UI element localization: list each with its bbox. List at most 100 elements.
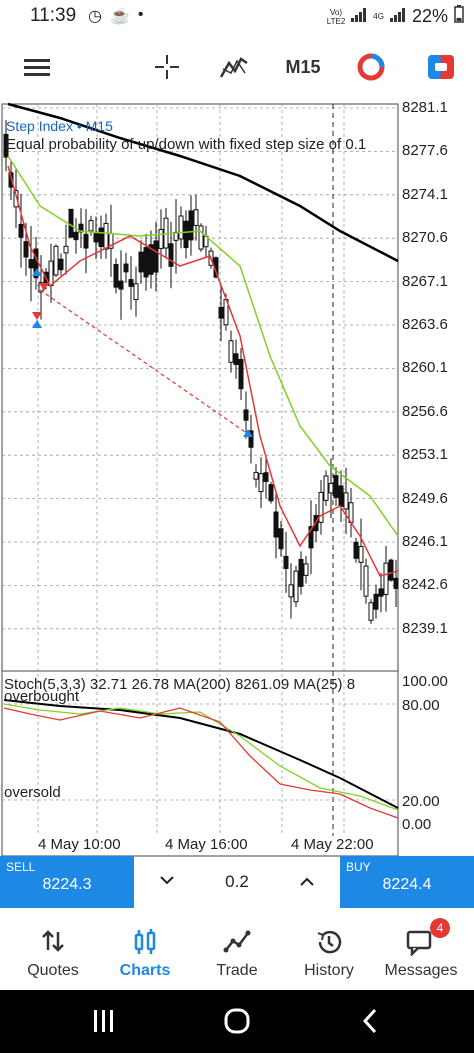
candle-body [363,565,369,597]
candle-body [123,263,129,273]
volume-control: 0.2 [134,856,340,908]
chart-type-icon[interactable] [354,50,388,84]
candle-body [233,353,239,365]
candle-body [153,240,159,273]
candle-body [48,260,54,287]
candle-body [293,570,299,603]
timer-icon: ◷ [88,8,102,25]
candle-body [288,584,294,598]
candle-body [383,562,389,596]
buy-caption: BUY [346,860,371,874]
time-label-3: 4 May 22:00 [291,836,374,853]
buy-price: 8224.4 [382,876,432,893]
candle-body [138,251,144,273]
ma-25-line [7,155,399,537]
buy-arrow-icon [32,320,42,328]
indicators-icon[interactable] [216,50,252,84]
new-order-icon[interactable] [424,50,458,84]
candle-body [353,541,359,559]
chart-frame [1,103,399,857]
volume-value[interactable]: 0.2 [225,872,249,892]
candle-body [303,563,309,576]
stoch-tick-100: 100.00 [402,673,448,690]
candle-body [258,473,264,493]
trade-icon [190,928,284,958]
candle-body [103,222,109,250]
menu-icon[interactable] [20,50,54,84]
bottom-navigation: Quotes Charts Trade History 4 Messages [0,912,474,990]
candle-body [273,511,279,538]
candle-body [268,484,274,502]
volume-increase-icon[interactable] [299,872,315,892]
price-chart[interactable] [0,96,474,860]
network-type: Vo) LTE2 [326,7,346,26]
candle-body [113,264,119,288]
timeframe-label: M15 [285,56,321,77]
signal-label: 4G [373,12,384,21]
nav-messages[interactable]: 4 Messages [374,912,468,990]
sell-button[interactable]: SELL 8224.3 [0,856,134,908]
price-tick: 8242.6 [402,576,448,594]
nav-charts[interactable]: Charts [98,912,192,990]
candle-body [198,225,204,250]
candle-body [373,593,379,610]
candle-body [253,471,259,480]
home-icon[interactable] [223,1007,251,1040]
volume-decrease-icon[interactable] [159,872,175,892]
more-dot-icon: • [137,6,144,23]
candle-body [98,227,104,247]
stoch-tick-0: 0.00 [402,816,432,833]
messages-badge: 4 [430,918,450,938]
battery-percent: 22% [411,6,448,26]
candle-body [243,409,249,421]
candle-body [388,559,394,581]
price-tick: 8281.1 [402,99,448,116]
one-click-trade-bar: SELL 8224.3 0.2 BUY 8224.4 [0,856,474,908]
candle-body [188,210,194,241]
signal-icon [351,6,367,27]
chart-description: Equal probability of up/down with fixed … [6,136,367,153]
candle-body [128,279,134,287]
nav-trade[interactable]: Trade [190,912,284,990]
candle-body [193,209,199,226]
recent-apps-icon[interactable] [92,1008,116,1039]
nav-history-label: History [304,962,354,979]
nav-history[interactable]: History [282,912,376,990]
candle-body [368,602,374,621]
oversold-label: oversold [4,784,61,801]
signal-icon-2 [389,6,406,27]
nav-trade-label: Trade [216,962,258,979]
candle-body [333,475,339,498]
candle-body [298,558,304,587]
timeframe-button[interactable]: M15 [282,50,324,84]
price-tick: 8253.1 [402,446,448,464]
price-tick: 8260.1 [402,359,448,377]
stoch-tick-80: 80.00 [402,697,440,714]
nav-charts-label: Charts [119,962,171,979]
candle-body [228,340,234,363]
candle-body [378,588,384,597]
candle-body [28,259,34,269]
buy-button[interactable]: BUY 8224.4 [340,856,474,908]
candle-body [338,485,344,507]
price-tick: 8239.1 [402,619,448,637]
candle-body [23,241,29,258]
chart-symbol-label[interactable]: Step Index • M15 [6,118,113,134]
history-icon [282,928,376,958]
back-icon[interactable] [360,1007,380,1040]
system-navigation-bar [0,990,474,1053]
candle-body [18,223,24,238]
candle-body [183,220,189,249]
crosshair-icon[interactable] [150,50,184,84]
candles [3,120,399,624]
price-tick: 8274.1 [402,185,448,203]
candle-body [238,358,244,390]
nav-quotes[interactable]: Quotes [6,912,100,990]
overbought-label: overbought [4,688,80,705]
candle-body [133,283,139,301]
candle-body [93,233,99,243]
candle-body [263,472,269,482]
trade-line [39,289,249,435]
sell-caption: SELL [6,860,36,874]
candle-body [83,233,89,249]
